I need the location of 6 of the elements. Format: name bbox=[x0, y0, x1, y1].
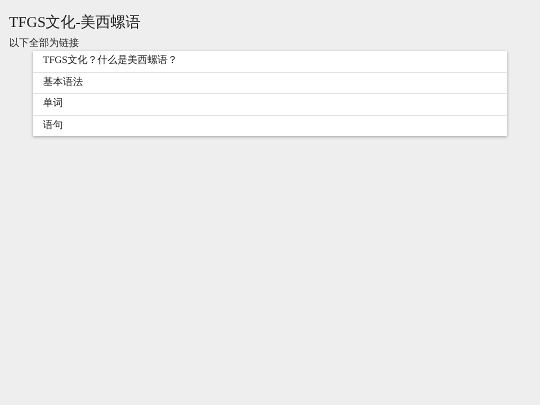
menu-item[interactable]: TFGS文化？什么是美西螺语？ bbox=[33, 51, 507, 72]
menu-item[interactable]: 基本语法 bbox=[33, 72, 507, 94]
page-title: TFGS文化-美西螺语 bbox=[9, 13, 142, 33]
menu-item[interactable]: 语句 bbox=[33, 116, 507, 136]
menu-item[interactable]: 单词 bbox=[33, 94, 507, 116]
subtitle-text: 以下全部为链接 bbox=[9, 38, 79, 50]
